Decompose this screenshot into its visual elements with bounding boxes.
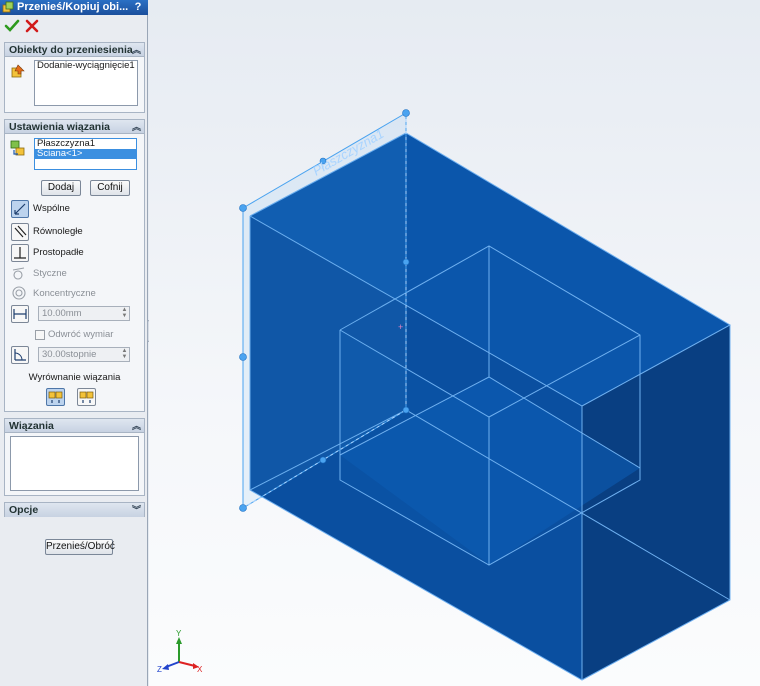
check-icon [4,19,20,32]
section-constraint-settings: Ustawienia wiązania ︽ Płaszczyzna1 Ścian… [4,119,145,412]
mate-label: Wspólne [33,203,70,214]
expand-chevron-icon[interactable]: ︾ [132,503,141,517]
distance-input[interactable]: 10.00mm ▲ ▼ [38,306,130,321]
plane-handle[interactable] [239,504,247,512]
distance-value: 10.00mm [42,308,82,319]
model-canvas[interactable]: Płaszczyzna1 + Y X Z [149,0,760,686]
mate-label: Równoległe [33,226,83,237]
origin-marker-icon: + [398,322,403,332]
plane-handle[interactable] [402,109,410,117]
section-settings-header[interactable]: Ustawienia wiązania ︽ [5,120,144,134]
distance-icon[interactable] [11,305,29,323]
move-rotate-button[interactable]: Przenieś/Obróć [45,539,115,555]
mate-entities-icon [10,140,25,156]
view-triad: Y X Z [157,629,203,674]
collapse-chevron-icon[interactable]: ︽ [132,120,141,134]
collapse-chevron-icon[interactable]: ︽ [132,419,141,433]
graphics-viewport[interactable]: Płaszczyzna1 + Y X Z [149,0,760,686]
aligned-icon [48,391,63,403]
bodies-select-icon [11,64,25,78]
x-icon [25,19,39,33]
section-constraints-title: Wiązania [9,420,54,432]
mate-label: Styczne [33,268,67,279]
plane-handle[interactable] [402,406,410,414]
section-options: Opcje ︾ [4,502,145,517]
cancel-button[interactable] [24,18,40,34]
aligned-button[interactable] [46,388,65,406]
parallel-icon [11,223,29,241]
coincident-icon [11,200,29,218]
plane-handle[interactable] [402,258,410,266]
section-options-title: Opcje [9,504,39,516]
add-button[interactable]: Dodaj [41,180,81,196]
mate-label: Koncentryczne [33,288,96,299]
section-objects-to-move: Obiekty do przeniesienia ︽ Dodanie-wycią… [4,42,145,113]
tangent-icon [11,265,29,283]
section-options-header[interactable]: Opcje ︾ [5,503,144,517]
mate-label: Prostopadłe [33,247,84,258]
list-item-selected[interactable]: Ściana<1> [35,149,136,159]
list-item[interactable]: Płaszczyzna1 [35,139,136,149]
section-objects-header[interactable]: Obiekty do przeniesienia ︽ [5,43,144,57]
plane-handle[interactable] [239,204,247,212]
constraints-listbox[interactable] [10,436,139,491]
anti-aligned-button[interactable] [77,388,96,406]
triad-z-label: Z [157,665,162,674]
property-manager-panel: Przenieś/Kopiuj obi... ? Obiekty do prze… [0,0,148,686]
angle-input[interactable]: 30.00stopnie ▲ ▼ [38,347,130,362]
ok-button[interactable] [4,18,20,34]
undo-button[interactable]: Cofnij [90,180,130,196]
triad-y-label: Y [176,629,182,638]
alignment-label: Wyrównanie wiązania [28,372,121,383]
section-settings-title: Ustawienia wiązania [9,121,110,133]
mate-entities-listbox[interactable]: Płaszczyzna1 Ściana<1> [34,138,137,170]
section-constraints: Wiązania ︽ [4,418,145,496]
section-objects-title: Obiekty do przeniesienia [9,44,133,56]
anti-aligned-icon [79,391,94,403]
concentric-icon [11,285,29,303]
spinner-arrows-icon[interactable]: ▲ ▼ [120,348,129,361]
move-copy-icon [2,1,14,13]
objects-listbox[interactable]: Dodanie-wyciągnięcie1 [34,60,138,106]
section-constraints-header[interactable]: Wiązania ︽ [5,419,144,433]
panel-titlebar: Przenieś/Kopiuj obi... ? [0,0,148,15]
panel-title: Przenieś/Kopiuj obi... [17,1,129,13]
help-button[interactable]: ? [130,0,146,15]
angle-icon[interactable] [11,346,29,364]
spinner-arrows-icon[interactable]: ▲ ▼ [120,307,129,320]
collapse-chevron-icon[interactable]: ︽ [132,43,141,57]
plane-handle[interactable] [239,353,247,361]
plane-handle[interactable] [319,456,327,464]
triad-x-label: X [197,665,203,674]
angle-value: 30.00stopnie [42,349,97,360]
checkbox-icon[interactable] [35,330,45,340]
perpendicular-icon [11,244,29,262]
list-item[interactable]: Dodanie-wyciągnięcie1 [35,61,137,71]
flip-dimension-label: Odwróć wymiar [48,329,114,340]
